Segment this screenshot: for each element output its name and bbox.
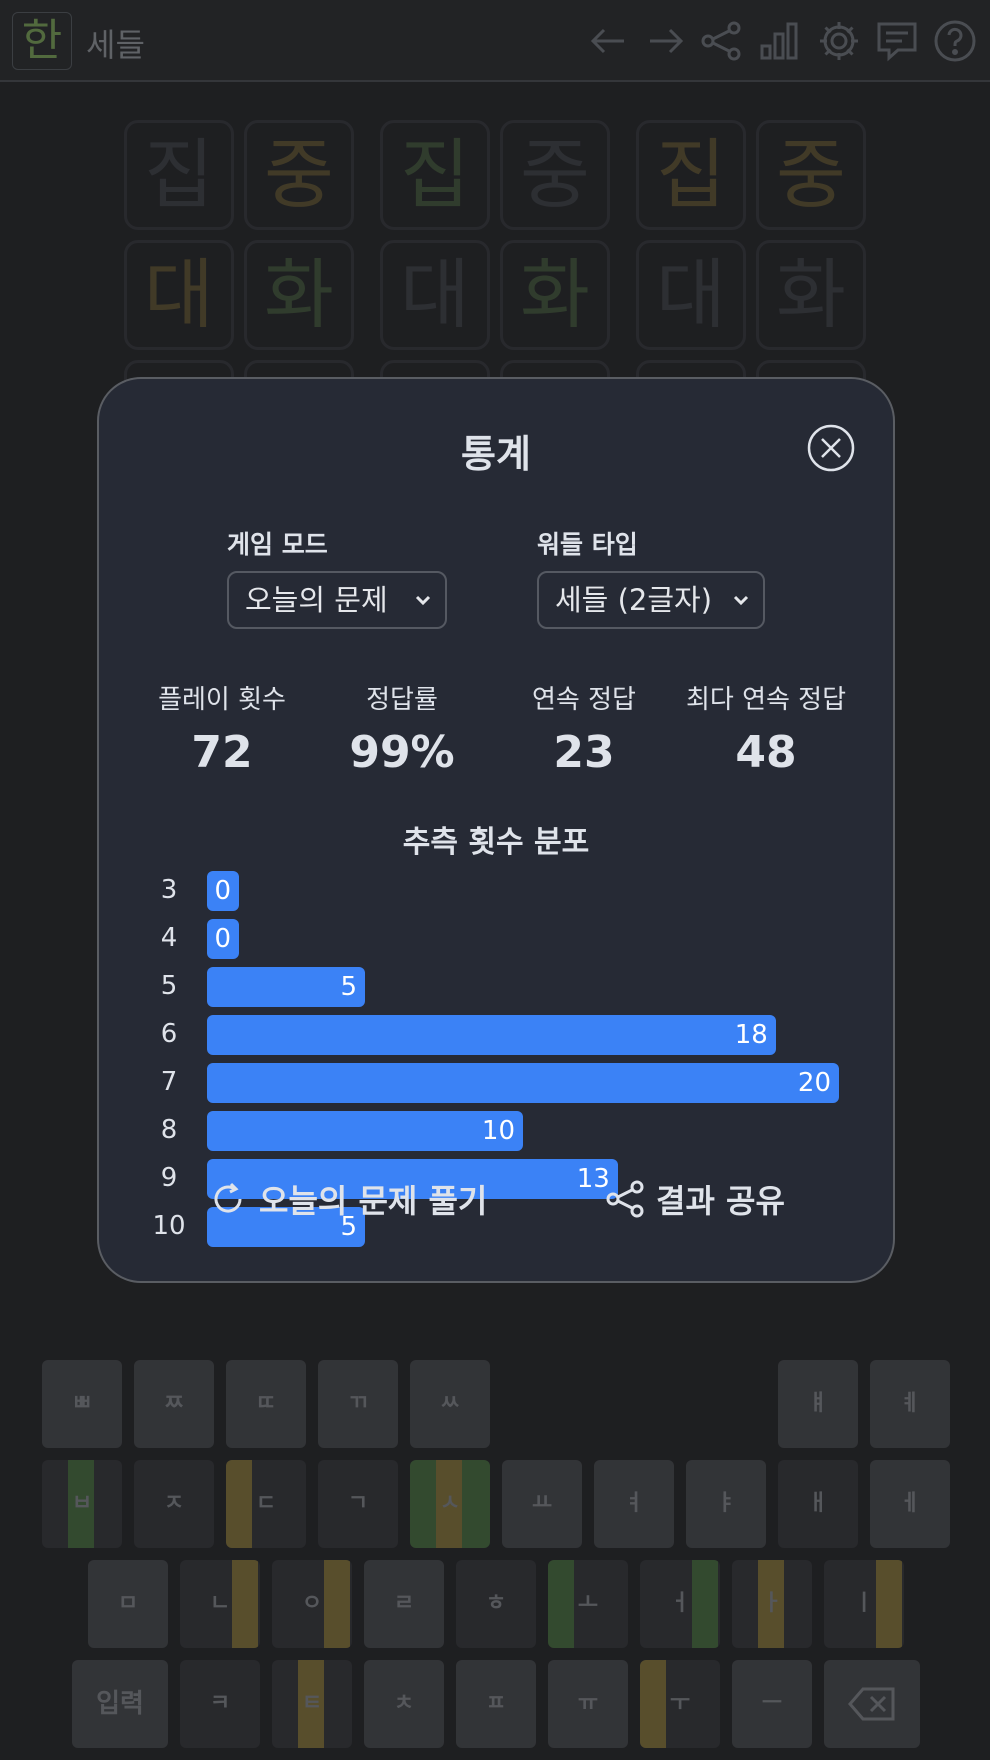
wordle-type-value: 세들 (2글자)	[555, 583, 713, 617]
stat-label: 최다 연속 정답	[685, 685, 847, 715]
stat-value: 99%	[349, 727, 455, 778]
share-icon[interactable]	[698, 18, 744, 64]
distribution-row-label: 3	[160, 875, 178, 905]
close-icon	[807, 424, 855, 472]
help-icon[interactable]	[932, 18, 978, 64]
distribution-row-label: 9	[160, 1163, 178, 1193]
wordle-type-label: 워들 타입	[537, 530, 638, 559]
distribution-bar: 10	[207, 1111, 523, 1151]
app-logo[interactable]: 한	[12, 12, 72, 70]
game-mode-value: 오늘의 문제	[245, 583, 388, 617]
distribution-row-label: 5	[160, 971, 178, 1001]
stat-label: 정답률	[366, 685, 438, 715]
distribution-row-label: 6	[160, 1019, 178, 1049]
game-mode-label: 게임 모드	[227, 530, 328, 559]
distribution-bar: 20	[207, 1063, 839, 1103]
game-mode-select[interactable]: 오늘의 문제	[227, 571, 447, 629]
distribution-title: 추측 횟수 분포	[402, 825, 590, 860]
play-today-label: 오늘의 문제 풀기	[259, 1182, 488, 1220]
distribution-bar: 0	[207, 871, 239, 911]
share-icon	[606, 1180, 644, 1218]
refresh-icon	[214, 1182, 242, 1213]
distribution-row-label: 7	[160, 1067, 178, 1097]
share-label: 결과 공유	[656, 1182, 785, 1220]
arrow-left-icon[interactable]	[586, 18, 632, 64]
app-header: 한 세들	[0, 0, 990, 82]
stat-value: 23	[553, 727, 615, 778]
share-result-button[interactable]: 결과 공유	[604, 1174, 785, 1224]
distribution-row-label: 4	[160, 923, 178, 953]
play-today-button[interactable]: 오늘의 문제 풀기	[207, 1174, 487, 1224]
stats-modal: 통계 게임 모드 오늘의 문제 워들 타입 세들 (2글자) 플레이 횟수 72…	[97, 377, 895, 1283]
chevron-down-icon	[733, 595, 749, 606]
distribution-row-label: 8	[160, 1115, 178, 1145]
close-button[interactable]	[807, 424, 855, 472]
wordle-type-select[interactable]: 세들 (2글자)	[537, 571, 765, 629]
chevron-down-icon	[415, 595, 431, 606]
arrow-right-icon[interactable]	[642, 18, 688, 64]
bar-chart-icon[interactable]	[756, 18, 802, 64]
stat-value: 48	[735, 727, 797, 778]
distribution-bar: 0	[207, 919, 239, 959]
app-title: 세들	[86, 26, 145, 64]
gear-icon[interactable]	[816, 18, 862, 64]
distribution-bar: 5	[207, 967, 365, 1007]
stat-value: 72	[191, 727, 253, 778]
modal-title: 통계	[461, 432, 531, 476]
distribution-row-label: 10	[152, 1211, 186, 1241]
stat-label: 플레이 횟수	[158, 685, 286, 715]
stat-label: 연속 정답	[532, 685, 636, 715]
distribution-bar: 18	[207, 1015, 776, 1055]
message-icon[interactable]	[874, 18, 920, 64]
